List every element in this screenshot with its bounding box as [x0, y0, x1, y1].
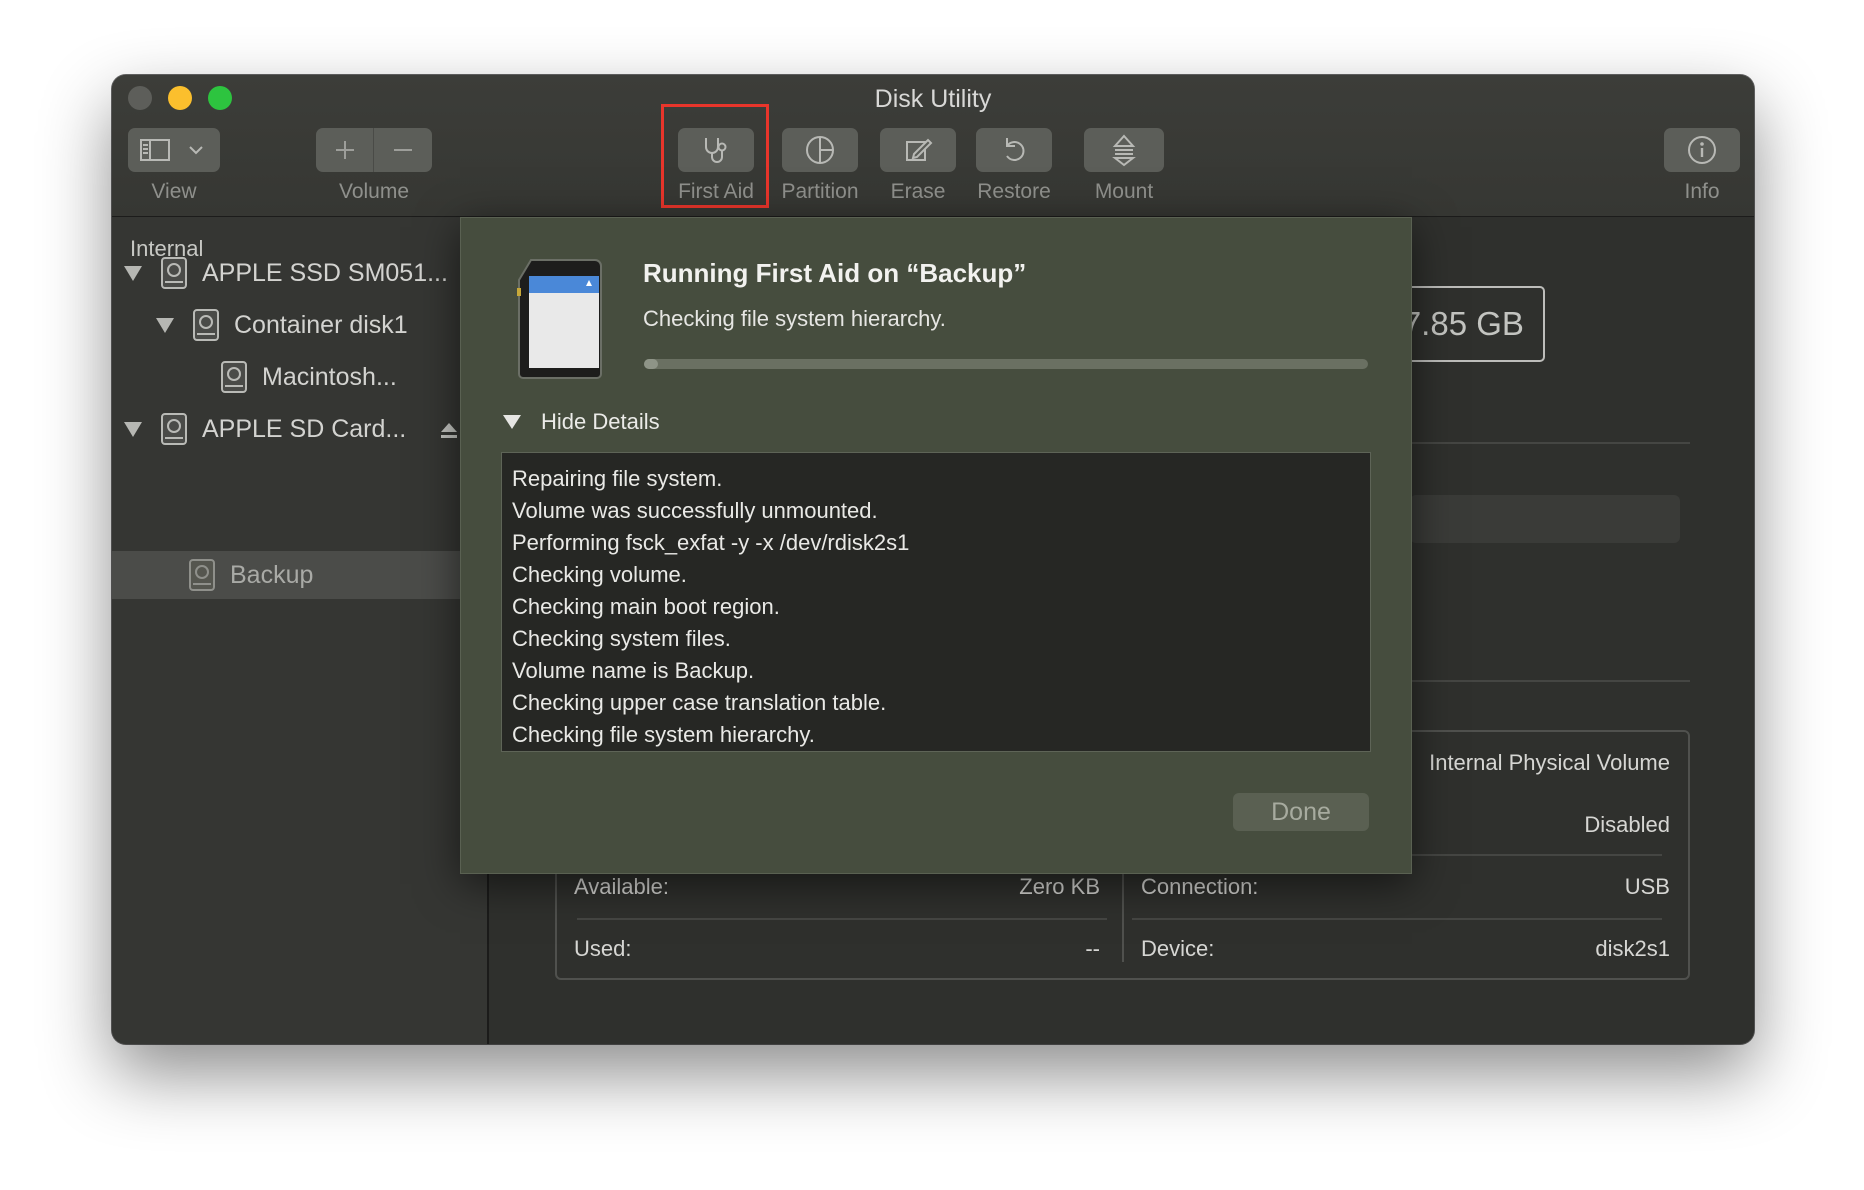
add-volume-button[interactable] [316, 128, 374, 172]
first-aid-dialog: Running First Aid on “Backup” Checking f… [460, 217, 1412, 874]
disk-icon [161, 413, 187, 445]
view-label: View [151, 180, 197, 203]
connection-value: USB [1624, 874, 1670, 899]
restore-label: Restore [977, 180, 1051, 203]
sidebar-item-label: Backup [230, 560, 314, 589]
used-value: -- [1085, 936, 1100, 961]
sidebar-item-label: Macintosh... [262, 362, 397, 391]
window-title: Disk Utility [874, 85, 992, 113]
log-line: Repairing file system. [512, 466, 723, 491]
available-value: Zero KB [1019, 874, 1100, 899]
dialog-status: Checking file system hierarchy. [643, 306, 946, 331]
erase-pencil-icon [906, 138, 933, 161]
sd-card-icon [517, 259, 602, 379]
divider [1410, 680, 1690, 682]
info-button[interactable] [1664, 128, 1740, 172]
dialog-title: Running First Aid on “Backup” [643, 258, 1027, 288]
disk-icon [221, 361, 247, 393]
mount-button[interactable] [1084, 128, 1164, 172]
log-line: Checking file system hierarchy. [512, 722, 815, 747]
progress-bar [644, 359, 1368, 369]
divider [577, 918, 1107, 920]
disclosure-triangle-icon [503, 415, 521, 429]
sidebar-item-label: APPLE SD Card... [202, 414, 407, 443]
restore-arrow-icon [1006, 138, 1025, 161]
sidebar-item-label: APPLE SSD SM051... [202, 258, 448, 287]
partition-pie-icon [806, 136, 834, 164]
usage-bar [1410, 495, 1680, 543]
sidebar-icon [140, 139, 170, 161]
done-button[interactable]: Done [1233, 793, 1369, 831]
erase-label: Erase [890, 180, 946, 203]
volume-label: Volume [338, 180, 410, 203]
restore-button[interactable] [976, 128, 1052, 172]
sidebar-item-macintosh[interactable]: Macintosh... [220, 355, 397, 399]
details-log[interactable]: Repairing file system. Volume was succes… [501, 452, 1371, 752]
divider [1132, 918, 1662, 920]
view-control: View [128, 128, 220, 204]
disk-icon [189, 559, 215, 591]
disclosure-triangle-icon[interactable] [156, 317, 174, 333]
minus-icon [394, 149, 412, 151]
erase-button[interactable] [880, 128, 956, 172]
type-value: Internal Physical Volume [1429, 750, 1670, 775]
log-line: Checking volume. [512, 562, 687, 587]
hide-details-toggle[interactable]: Hide Details [503, 409, 660, 435]
first-aid-highlight [661, 104, 769, 208]
info-control: Info [1664, 128, 1740, 204]
info-icon [1688, 136, 1716, 164]
partition-control: Partition [781, 128, 859, 204]
disk-icon [193, 309, 219, 341]
hide-details-label: Hide Details [541, 409, 660, 434]
used-label: Used: [574, 936, 632, 961]
info-label: Info [1684, 180, 1720, 203]
eject-icon[interactable] [439, 421, 459, 441]
titlebar: Disk Utility View Volume First Aid Parti… [112, 75, 1754, 217]
sidebar-item-backup[interactable]: Backup [188, 553, 313, 597]
mount-label: Mount [1094, 180, 1154, 203]
volume-control: Volume [316, 128, 432, 204]
disclosure-triangle-icon[interactable] [124, 421, 142, 437]
sidebar-item-label: Container disk1 [234, 310, 408, 339]
disk-icon [161, 257, 187, 289]
erase-control: Erase [880, 128, 956, 204]
sidebar: Internal APPLE SSD SM051... Container di… [112, 217, 489, 1044]
divider [1410, 442, 1690, 444]
mount-icon [1112, 134, 1136, 167]
view-button[interactable] [128, 128, 220, 172]
chevron-down-icon [189, 146, 203, 155]
log-line: Volume was successfully unmounted. [512, 498, 878, 523]
sidebar-item-apple-sd-card[interactable]: APPLE SD Card... [124, 407, 406, 451]
device-value: disk2s1 [1595, 936, 1670, 961]
log-line: Performing fsck_exfat -y -x /dev/rdisk2s… [512, 530, 910, 555]
sidebar-item-apple-ssd[interactable]: APPLE SSD SM051... [124, 251, 448, 295]
partition-button[interactable] [782, 128, 858, 172]
log-line: Volume name is Backup. [512, 658, 755, 683]
plus-icon [335, 141, 354, 159]
log-line: Checking main boot region. [512, 594, 780, 619]
available-label: Available: [574, 874, 669, 899]
restore-control: Restore [976, 128, 1052, 204]
log-line: Checking upper case translation table. [512, 690, 887, 715]
partition-label: Partition [781, 180, 859, 203]
owners-value: Disabled [1584, 812, 1670, 837]
sidebar-item-container-disk1[interactable]: Container disk1 [156, 303, 408, 347]
remove-volume-button[interactable] [374, 128, 432, 172]
device-label: Device: [1141, 936, 1215, 961]
connection-label: Connection: [1141, 874, 1259, 899]
mount-control: Mount [1084, 128, 1164, 204]
progress-fill [644, 359, 659, 369]
log-line: Checking system files. [512, 626, 731, 651]
disclosure-triangle-icon[interactable] [124, 265, 142, 281]
